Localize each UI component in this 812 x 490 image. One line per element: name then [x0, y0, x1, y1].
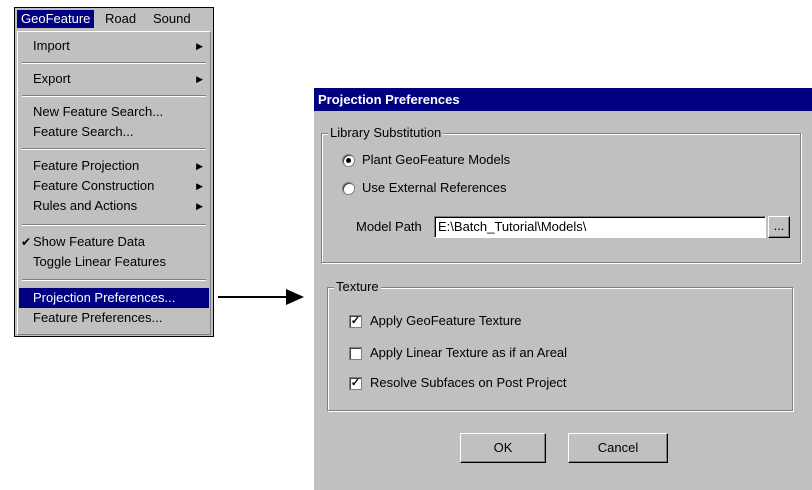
menu-item-new-feature-search[interactable]: New Feature Search...	[19, 102, 209, 122]
texture-group: Texture ✓ Apply GeoFeature Texture Apply…	[327, 279, 793, 411]
library-substitution-group: Library Substitution Plant GeoFeature Mo…	[321, 125, 801, 263]
use-external-references-radio[interactable]	[342, 182, 355, 195]
menubar-road[interactable]: Road	[101, 10, 140, 28]
menu-separator	[22, 148, 206, 150]
menu-item-label: Export	[33, 71, 71, 86]
menu-item-label: New Feature Search...	[33, 104, 164, 119]
menu-item-label: Feature Projection	[33, 158, 140, 173]
geofeature-menu: GeoFeature Road Sound Import ▶ Export ▶ …	[14, 7, 214, 337]
plant-geofeature-models-radio[interactable]	[342, 154, 355, 167]
dialog-title: Projection Preferences	[314, 88, 812, 111]
menu-item-feature-search[interactable]: Feature Search...	[19, 122, 209, 142]
menu-item-toggle-linear-features[interactable]: Toggle Linear Features	[19, 252, 209, 272]
menubar: GeoFeature Road Sound	[15, 8, 213, 30]
submenu-arrow-icon: ▶	[196, 201, 203, 211]
texture-legend: Texture	[334, 279, 381, 295]
callout-arrow-head-icon	[286, 289, 304, 305]
model-path-label: Model Path	[356, 219, 422, 234]
menu-item-feature-preferences[interactable]: Feature Preferences...	[19, 308, 209, 328]
menu-item-label: Toggle Linear Features	[33, 254, 166, 269]
menu-separator	[22, 62, 206, 64]
apply-geofeature-texture-checkbox[interactable]: ✓	[349, 315, 362, 328]
menu-separator	[22, 95, 206, 97]
menu-item-label: Feature Preferences...	[33, 310, 163, 325]
menu-separator	[22, 224, 206, 226]
submenu-arrow-icon: ▶	[196, 74, 203, 84]
model-path-field[interactable]: E:\Batch_Tutorial\Models\	[434, 216, 766, 238]
projection-preferences-dialog: Projection Preferences Library Substitut…	[314, 88, 812, 490]
menu-item-label: Rules and Actions	[33, 198, 138, 213]
ok-button[interactable]: OK	[460, 433, 546, 463]
apply-linear-texture-label: Apply Linear Texture as if an Areal	[370, 345, 568, 360]
submenu-arrow-icon: ▶	[196, 181, 203, 191]
menubar-sound[interactable]: Sound	[149, 10, 195, 28]
menu-item-projection-preferences[interactable]: Projection Preferences...	[19, 288, 209, 308]
menu-item-label: Projection Preferences...	[33, 290, 176, 305]
menu-item-label: Feature Construction	[33, 178, 155, 193]
checkmark-icon: ✔	[21, 235, 32, 249]
menu-item-label: Import	[33, 38, 70, 53]
menubar-geofeature[interactable]: GeoFeature	[17, 10, 95, 28]
resolve-subfaces-label: Resolve Subfaces on Post Project	[370, 375, 567, 390]
menu-item-feature-construction[interactable]: Feature Construction ▶	[19, 176, 209, 196]
apply-linear-texture-checkbox[interactable]	[349, 347, 362, 360]
menu-item-label: Show Feature Data	[33, 234, 146, 249]
menu-item-import[interactable]: Import ▶	[19, 36, 209, 56]
menu-separator	[22, 279, 206, 281]
apply-geofeature-texture-label: Apply GeoFeature Texture	[370, 313, 522, 328]
browse-button[interactable]: ...	[768, 216, 790, 238]
menu-item-feature-projection[interactable]: Feature Projection ▶	[19, 156, 209, 176]
cancel-button[interactable]: Cancel	[568, 433, 668, 463]
menu-item-show-feature-data[interactable]: ✔ Show Feature Data	[19, 232, 209, 252]
library-substitution-legend: Library Substitution	[328, 125, 444, 141]
use-external-references-label: Use External References	[362, 180, 507, 195]
callout-arrow-line	[218, 296, 286, 298]
resolve-subfaces-checkbox[interactable]: ✓	[349, 377, 362, 390]
submenu-arrow-icon: ▶	[196, 41, 203, 51]
menu-item-rules-and-actions[interactable]: Rules and Actions ▶	[19, 196, 209, 216]
menu-dropdown: Import ▶ Export ▶ New Feature Search... …	[17, 31, 211, 335]
menu-item-label: Feature Search...	[33, 124, 134, 139]
submenu-arrow-icon: ▶	[196, 161, 203, 171]
plant-geofeature-models-label: Plant GeoFeature Models	[362, 152, 511, 167]
menu-item-export[interactable]: Export ▶	[19, 69, 209, 89]
